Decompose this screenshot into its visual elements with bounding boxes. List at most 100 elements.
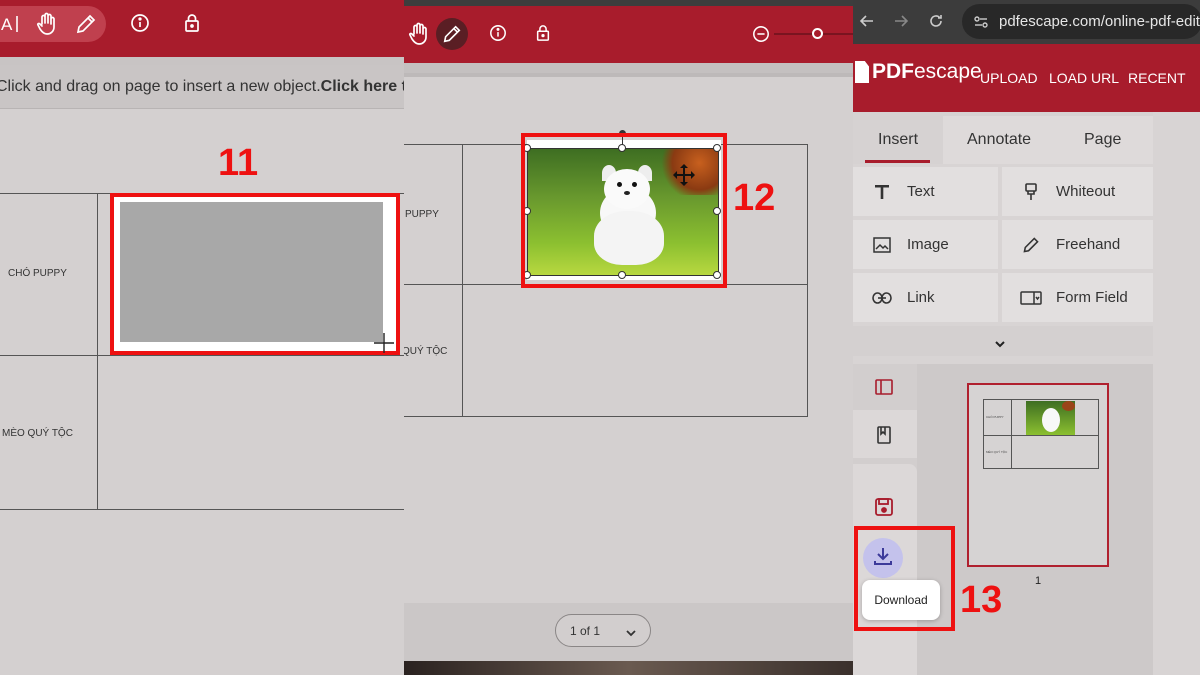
thumb-puppy-image [1026, 401, 1075, 435]
step-12-panel: PUPPY QUÝ TỘC 12 1 of 1 [404, 0, 853, 675]
tool-label: Image [907, 236, 949, 253]
reload-icon[interactable] [926, 11, 946, 31]
table-line [462, 144, 463, 417]
whiteout-icon [1020, 182, 1042, 201]
zoom-slider-thumb[interactable] [812, 28, 823, 39]
back-icon[interactable] [857, 11, 877, 31]
logo-text-escape: escape [914, 60, 982, 83]
pencil-icon[interactable] [436, 18, 468, 50]
row-label: CHÓ PUPPY [8, 268, 67, 279]
chevron-down-icon [626, 625, 636, 643]
tool-image[interactable]: Image [853, 220, 998, 269]
step-number: 13 [960, 579, 1003, 621]
sidebar-toggle-icon[interactable] [873, 376, 895, 398]
table-line [404, 416, 808, 417]
chevron-down-icon [994, 336, 1006, 354]
text-select-icon[interactable]: A [0, 10, 24, 38]
step-highlight [854, 526, 955, 631]
tab-insert[interactable]: Insert [878, 131, 918, 149]
lock-icon[interactable] [180, 11, 204, 35]
window-edge [404, 661, 853, 675]
hand-icon[interactable] [34, 10, 60, 38]
svg-text:A: A [1, 15, 13, 34]
tool-label: Link [907, 289, 935, 306]
nav-upload[interactable]: UPLOAD [980, 70, 1038, 86]
tool-whiteout[interactable]: Whiteout [1002, 167, 1153, 216]
image-icon [871, 236, 893, 253]
active-tab-indicator [865, 160, 930, 163]
expand-tools[interactable] [853, 326, 1153, 356]
tool-link[interactable]: Link [853, 273, 998, 322]
pencil-icon [1020, 236, 1042, 254]
thumbnail-table: CHÓ PUPPY MÈO QUÝ TỘC [983, 399, 1101, 471]
thumb-row-label: CHÓ PUPPY [986, 415, 1004, 419]
step-highlight [110, 193, 400, 355]
zoom-slider-track[interactable] [774, 33, 814, 35]
info-icon[interactable] [128, 11, 152, 35]
table-line [983, 399, 984, 469]
zoom-slider-track[interactable] [823, 33, 853, 35]
toolbar: A [0, 0, 404, 57]
tab-annotate[interactable]: Annotate [967, 131, 1031, 149]
tab-page[interactable]: Page [1084, 131, 1121, 149]
tool-form-field[interactable]: Form Field [1002, 273, 1153, 322]
table-line [0, 509, 404, 510]
bookmark-icon[interactable] [873, 424, 895, 446]
table-line [1098, 399, 1099, 469]
step-number: 11 [218, 142, 259, 184]
toolbar-divider [404, 63, 853, 73]
tool-label: Text [907, 183, 935, 200]
nav-load-url[interactable]: LOAD URL [1049, 70, 1119, 86]
table-line [983, 399, 1099, 400]
table-line [983, 468, 1099, 469]
hint-link[interactable]: Click here to [321, 78, 404, 96]
zoom-out-icon[interactable] [750, 23, 772, 45]
row-label: PUPPY [405, 209, 439, 220]
table-line [983, 435, 1099, 436]
link-icon [871, 291, 893, 304]
page-select[interactable]: 1 of 1 [555, 614, 651, 647]
page-thumbnail[interactable]: CHÓ PUPPY MÈO QUÝ TỘC [967, 383, 1109, 567]
tool-label: Freehand [1056, 236, 1121, 253]
address-bar[interactable]: pdfescape.com/online-pdf-edito [962, 4, 1200, 39]
tool-label: Whiteout [1056, 183, 1116, 200]
table-line [807, 144, 808, 417]
step-number: 12 [733, 177, 776, 219]
browser-bar: pdfescape.com/online-pdf-edito [853, 0, 1200, 44]
tool-freehand[interactable]: Freehand [1002, 220, 1153, 269]
thumb-row-label: MÈO QUÝ TỘC [986, 450, 1008, 454]
page-select-label: 1 of 1 [570, 623, 601, 638]
step-13-panel: pdfescape.com/online-pdf-edito PDF escape… [853, 0, 1200, 675]
step-11-panel: A Click and drag on page to insert a new… [0, 0, 404, 675]
forward-icon[interactable] [891, 11, 911, 31]
lock-icon[interactable] [532, 22, 554, 44]
hand-icon[interactable] [406, 20, 432, 48]
row-label: QUÝ TỘC [404, 346, 448, 357]
nav-recent[interactable]: RECENT [1128, 70, 1186, 86]
pager-bar: 1 of 1 [404, 603, 853, 661]
text-t-icon [871, 184, 893, 200]
info-icon[interactable] [487, 22, 509, 44]
thumb-flowers [1062, 401, 1075, 411]
crosshair-cursor-icon [373, 332, 395, 354]
page-number: 1 [1035, 575, 1042, 587]
right-strip [1153, 112, 1200, 675]
form-field-icon [1020, 290, 1042, 305]
table-line [0, 355, 404, 356]
pdfescape-logo[interactable]: PDF escape [855, 60, 982, 84]
toolbar [404, 6, 853, 63]
table-line [1011, 399, 1012, 469]
hint-text: Click and drag on page to insert a new o… [0, 77, 321, 95]
site-settings-icon[interactable] [972, 13, 990, 36]
tool-label: Form Field [1056, 289, 1128, 306]
pencil-icon[interactable] [73, 10, 99, 38]
url-text: pdfescape.com/online-pdf-edito [999, 13, 1200, 30]
document-icon [855, 61, 869, 83]
step-highlight [521, 133, 727, 288]
page-edge [404, 73, 853, 77]
logo-text-pdf: PDF [872, 60, 914, 83]
row-label: MÈO QUÝ TỘC [2, 428, 73, 439]
table-line [97, 193, 98, 510]
save-icon[interactable] [873, 496, 895, 518]
tool-text[interactable]: Text [853, 167, 998, 216]
